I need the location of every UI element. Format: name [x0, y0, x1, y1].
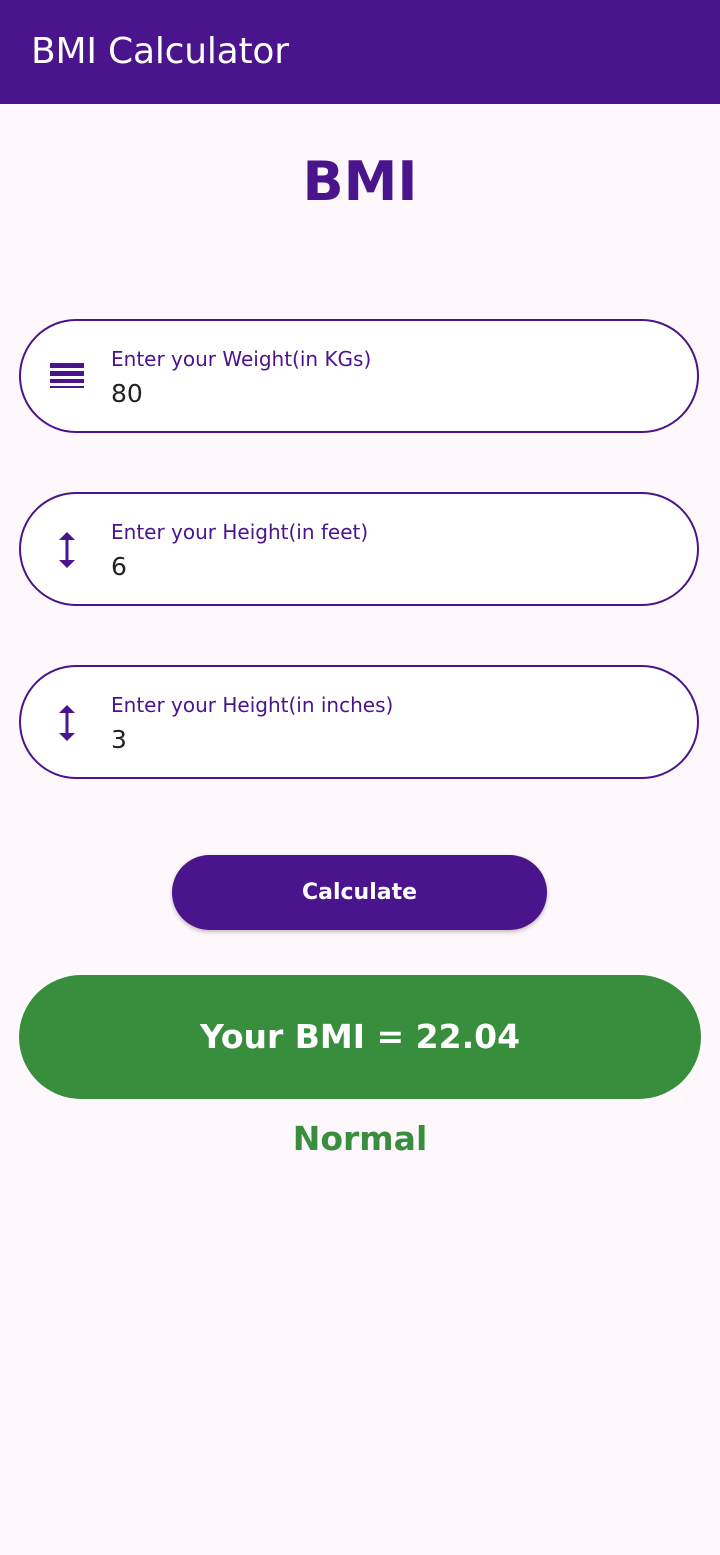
- weight-lines-icon: [47, 357, 87, 397]
- app-title: BMI Calculator: [31, 31, 289, 72]
- height-feet-field[interactable]: Enter your Height(in feet): [19, 492, 699, 606]
- height-inches-label: Enter your Height(in inches): [111, 693, 394, 717]
- height-inches-input[interactable]: [111, 721, 651, 757]
- weight-field[interactable]: Enter your Weight(in KGs): [19, 319, 699, 433]
- calculate-button[interactable]: Calculate: [172, 855, 547, 930]
- weight-label: Enter your Weight(in KGs): [111, 347, 372, 371]
- result-banner: Your BMI = 22.04: [19, 975, 701, 1099]
- height-arrow-icon: [47, 703, 87, 743]
- page-heading: BMI: [302, 150, 418, 213]
- bmi-status-text: Normal: [292, 1119, 428, 1158]
- app-bar: BMI Calculator: [0, 0, 720, 104]
- weight-input[interactable]: [111, 375, 651, 411]
- height-arrow-icon: [47, 530, 87, 570]
- height-feet-input[interactable]: [111, 548, 651, 584]
- height-feet-label: Enter your Height(in feet): [111, 520, 369, 544]
- height-inches-field[interactable]: Enter your Height(in inches): [19, 665, 699, 779]
- bmi-result-text: Your BMI = 22.04: [199, 1017, 521, 1056]
